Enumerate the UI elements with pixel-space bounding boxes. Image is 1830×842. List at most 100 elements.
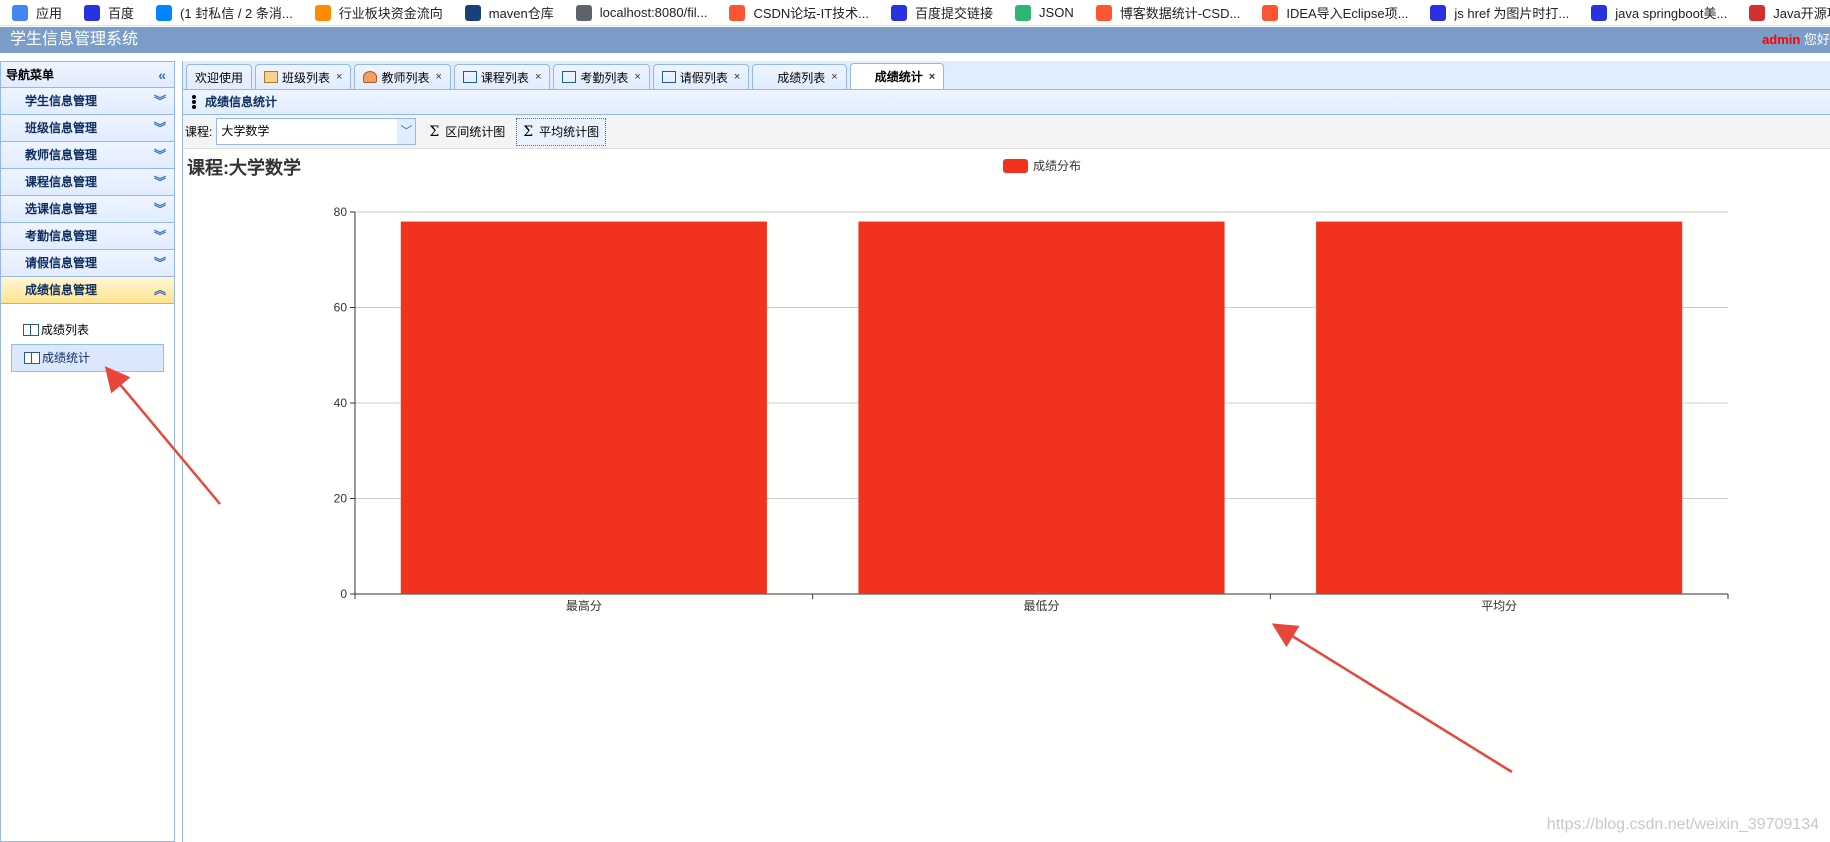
tab-label: 课程列表	[480, 70, 529, 85]
range-chart-button[interactable]: Σ 区间统计图	[422, 118, 512, 146]
sidebar-item[interactable]: 学生信息管理 ︾	[1, 88, 174, 115]
tab[interactable]: 成绩统计 ×	[849, 63, 945, 89]
collapse-left-icon[interactable]: «	[158, 62, 166, 88]
bookmarks-bar: 应用 百度 (1 封私信 / 2 条消... 行业板块资金流向 maven仓库 local…	[0, 0, 1830, 26]
bookmark-item[interactable]: java springboot美...	[1591, 3, 1727, 22]
close-icon[interactable]: ×	[336, 71, 342, 83]
main-panel: 欢迎使用 班级列表 × 教师列表 × 课程列表 × 考勤列表 × 请假列表 × 成绩列表 × 成绩统计 × …	[182, 61, 1830, 842]
close-icon[interactable]: ×	[435, 71, 441, 83]
range-chart-label: 区间统计图	[445, 125, 506, 139]
x-tick-label: 最高分	[566, 598, 602, 613]
tab[interactable]: 考勤列表 ×	[553, 64, 650, 89]
sidebar-item-label: 考勤信息管理	[25, 229, 98, 243]
bookmark-label: localhost:8080/fil...	[599, 5, 708, 20]
tab-label: 欢迎使用	[195, 70, 244, 85]
user-icon	[363, 71, 378, 83]
sidebar-item[interactable]: 教师信息管理 ︾	[1, 142, 174, 169]
sidebar-item[interactable]: 考勤信息管理 ︾	[1, 223, 174, 250]
sidebar-sub-list: 成绩列表成绩统计	[1, 304, 174, 384]
course-select-value: 大学数学	[221, 124, 270, 138]
more-icon[interactable]	[192, 95, 196, 109]
chevron-down-icon: ︾	[153, 229, 166, 243]
close-icon[interactable]: ×	[535, 71, 541, 83]
course-select[interactable]: 大学数学 ﹀	[216, 118, 417, 145]
user-name: admin	[1762, 32, 1801, 47]
bookmark-item[interactable]: CSDN论坛-IT技术...	[729, 3, 869, 22]
tab[interactable]: 成绩列表 ×	[752, 64, 847, 89]
bookmark-item[interactable]: 百度	[84, 3, 134, 22]
bookmark-item[interactable]: 百度提交链接	[891, 3, 993, 22]
close-icon[interactable]: ×	[734, 71, 740, 83]
panel-header: 成绩信息统计	[183, 90, 1830, 115]
bar[interactable]	[1316, 221, 1683, 595]
bar[interactable]	[858, 221, 1225, 595]
y-tick-label: 20	[334, 492, 348, 506]
tab[interactable]: 班级列表 ×	[255, 64, 352, 89]
bookmark-label: Java开源项目	[1773, 6, 1830, 21]
bookmark-item[interactable]: localhost:8080/fil...	[575, 4, 708, 21]
close-icon[interactable]: ×	[634, 71, 640, 83]
bar[interactable]	[400, 221, 767, 595]
baidu-paw-icon	[1591, 4, 1608, 21]
chevron-down-icon: ︾	[153, 148, 166, 162]
tab-label: 班级列表	[282, 70, 331, 85]
chevron-down-icon: ︾	[153, 202, 166, 216]
sidebar-item[interactable]: 课程信息管理 ︾	[1, 169, 174, 196]
chevron-down-icon[interactable]: ﹀	[397, 119, 416, 144]
bookmark-item[interactable]: js href 为图片时打...	[1430, 3, 1569, 22]
close-icon[interactable]: ×	[929, 71, 935, 83]
tab-label: 成绩统计	[874, 70, 923, 84]
bookmark-label: 博客数据统计-CSD...	[1119, 6, 1241, 21]
bookmark-item[interactable]: (1 封私信 / 2 条消...	[156, 3, 293, 22]
j-icon	[1749, 4, 1766, 21]
sidebar-sub-item[interactable]: 成绩统计	[11, 344, 164, 372]
bookmark-label: java springboot美...	[1615, 6, 1728, 21]
sidebar-sub-item[interactable]: 成绩列表	[11, 316, 164, 344]
mvn-icon	[464, 4, 481, 21]
sidebar-item-label: 课程信息管理	[25, 175, 98, 189]
bookmark-label: CSDN论坛-IT技术...	[753, 6, 870, 21]
tab[interactable]: 课程列表 ×	[453, 64, 551, 89]
y-tick-label: 80	[334, 205, 348, 219]
bookmark-item[interactable]: IDEA导入Eclipse项...	[1262, 3, 1408, 22]
bookmark-item[interactable]: JSON	[1015, 4, 1074, 21]
tab-label: 教师列表	[381, 70, 430, 85]
sidebar-item[interactable]: 班级信息管理 ︾	[1, 115, 174, 142]
sidebar-item[interactable]: 成绩信息管理 ︽	[1, 277, 174, 304]
panel-title: 成绩信息统计	[205, 95, 278, 109]
sigma-icon: Σ	[523, 123, 534, 140]
sidebar-item-label: 教师信息管理	[25, 148, 98, 162]
bookmark-item[interactable]: 博客数据统计-CSD...	[1095, 3, 1241, 22]
home-icon	[264, 71, 279, 83]
chevron-down-icon: ︾	[153, 94, 166, 108]
sidebar-item[interactable]: 请假信息管理 ︾	[1, 250, 174, 277]
bookmark-item[interactable]: 行业板块资金流向	[314, 3, 443, 22]
bookmark-item[interactable]: Java开源项目	[1749, 3, 1830, 22]
tab[interactable]: 欢迎使用	[186, 64, 253, 89]
baidu-paw-icon	[1430, 4, 1447, 21]
sidebar-sub-item-label: 成绩列表	[41, 323, 90, 337]
sidebar-item[interactable]: 选课信息管理 ︾	[1, 196, 174, 223]
sidebar-item-label: 学生信息管理	[25, 94, 98, 108]
bookmark-item[interactable]: maven仓库	[464, 3, 554, 22]
globe-icon	[575, 4, 592, 21]
tab[interactable]: 请假列表 ×	[652, 64, 750, 89]
y-tick-label: 0	[340, 587, 347, 601]
y-tick-label: 60	[334, 301, 348, 315]
y-tick-label: 40	[334, 396, 348, 410]
book-icon	[661, 71, 676, 83]
close-icon[interactable]: ×	[831, 71, 837, 83]
bookmark-label: 百度提交链接	[915, 6, 994, 21]
sidebar-item-label: 班级信息管理	[25, 121, 98, 135]
bookmark-item[interactable]: 应用	[12, 3, 62, 22]
book-icon	[562, 71, 577, 83]
average-chart-button[interactable]: Σ 平均统计图	[516, 117, 607, 146]
app-title: 学生信息管理系统	[10, 31, 139, 48]
bookmark-label: 应用	[36, 6, 63, 21]
json-icon	[1015, 4, 1032, 21]
sidebar-item-label: 选课信息管理	[25, 202, 98, 216]
greeting-text: 您好	[1800, 32, 1830, 47]
sidebar: 导航菜单 « 学生信息管理 ︾ 班级信息管理 ︾ 教师信息管理 ︾ 课程信息管理 ︾ 选课信息管…	[0, 61, 175, 842]
tab[interactable]: 教师列表 ×	[354, 64, 451, 89]
app-title-bar: 学生信息管理系统 admin 您好	[0, 27, 1830, 53]
